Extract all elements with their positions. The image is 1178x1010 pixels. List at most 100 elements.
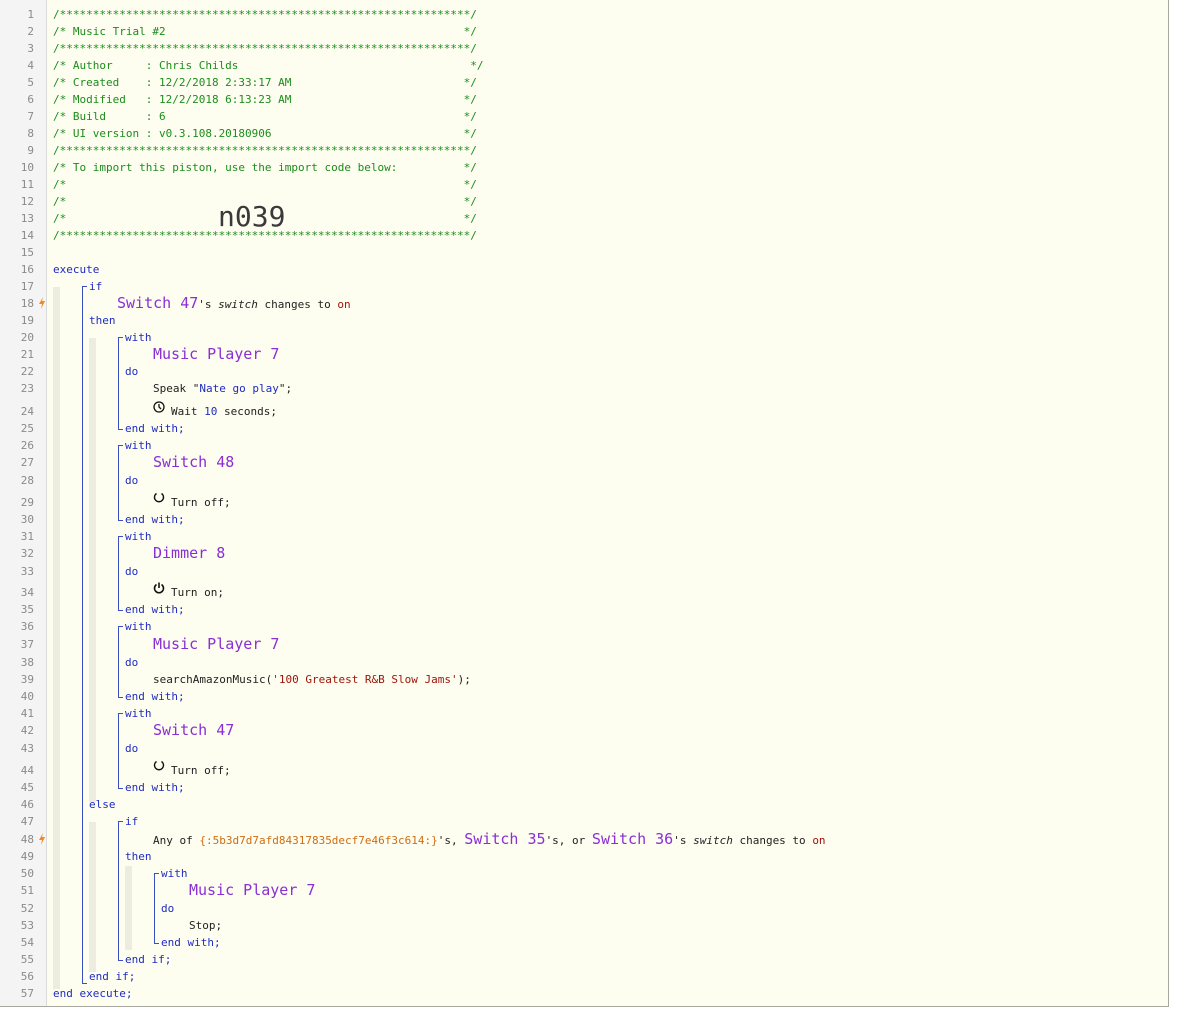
value-literal: on (812, 834, 826, 847)
device-name[interactable]: Music Player 7 (189, 882, 315, 899)
line-number: 43 (20, 742, 34, 755)
line-number: 10 (20, 161, 34, 174)
do-keyword: do (125, 565, 139, 578)
then-keyword: then (89, 314, 116, 327)
turn-off-statement[interactable]: Turn off; (171, 494, 231, 511)
attribute-name: switch (693, 834, 733, 847)
if-keyword: if (125, 815, 139, 828)
with-block-bracket (154, 873, 159, 944)
line-number: 22 (20, 365, 34, 378)
line-number: 23 (20, 382, 34, 395)
line-number: 34 (20, 586, 34, 599)
device-name[interactable]: Switch 47 (153, 722, 234, 739)
variable-reference[interactable]: {:5b3d7d7afd84317835decf7e46f3c614:} (199, 834, 437, 847)
text: Speak " (153, 382, 200, 395)
line-number: 54 (20, 936, 34, 949)
wait-statement[interactable]: Wait 10 seconds; (171, 403, 277, 420)
power-off-icon (153, 760, 165, 771)
else-keyword: else (89, 798, 116, 811)
line-number: 47 (20, 815, 34, 828)
trigger-bolt-icon (39, 297, 45, 309)
line-number: 13 (20, 212, 34, 225)
line-number: 31 (20, 530, 34, 543)
line-number: 30 (20, 513, 34, 526)
piston-viewer: 1 2 3 4 5 6 7 8 9 10 11 12 13 14 15 16 17 18 19 20 21 22 23 24 2… (0, 0, 1169, 1007)
comment-line: /* Modified : 12/2/2018 6:13:23 AM */ (53, 93, 477, 106)
line-number: 9 (27, 144, 34, 157)
trigger-bolt-icon (39, 833, 45, 845)
line-number: 17 (20, 280, 34, 293)
device-name[interactable]: Dimmer 8 (153, 545, 225, 562)
end-with-keyword: end with; (161, 936, 221, 949)
with-keyword: with (125, 707, 152, 720)
if-keyword: if (89, 280, 103, 293)
execute-keyword: execute (53, 263, 100, 276)
string-literal: '100 Greatest R&B Slow Jams' (272, 673, 458, 686)
with-keyword: with (161, 867, 188, 880)
device-name[interactable]: Switch 36 (592, 830, 673, 848)
line-number: 33 (20, 565, 34, 578)
text: searchAmazonMusic( (153, 673, 273, 686)
device-name[interactable]: Music Player 7 (153, 346, 279, 363)
if-block-bracket (118, 821, 123, 961)
turn-on-statement[interactable]: Turn on; (171, 584, 224, 601)
end-with-keyword: end with; (125, 781, 185, 794)
line-number: 18 (20, 297, 34, 310)
import-code[interactable]: n039 (218, 200, 285, 234)
with-keyword: with (125, 331, 152, 344)
turn-off-statement[interactable]: Turn off; (171, 762, 231, 779)
line-number: 36 (20, 620, 34, 633)
device-name[interactable]: Switch 48 (153, 454, 234, 471)
power-on-icon (153, 582, 165, 594)
line-number: 48 (20, 833, 34, 846)
line-number: 3 (27, 42, 34, 55)
end-if-keyword: end if; (89, 970, 136, 983)
line-number: 49 (20, 850, 34, 863)
line-number: 57 (20, 987, 34, 1000)
line-number: 25 (20, 422, 34, 435)
line-number: 26 (20, 439, 34, 452)
line-number: 20 (20, 331, 34, 344)
end-with-keyword: end with; (125, 513, 185, 526)
line-number: 44 (20, 764, 34, 777)
line-number: 38 (20, 656, 34, 669)
speak-statement[interactable]: Speak "Nate go play"; (153, 380, 292, 397)
line-number: 2 (27, 25, 34, 38)
device-name[interactable]: Switch 47 (117, 294, 198, 312)
stop-statement[interactable]: Stop; (189, 917, 222, 934)
line-number: 52 (20, 902, 34, 915)
device-name[interactable]: Switch 35 (464, 830, 545, 848)
with-block-bracket (118, 536, 123, 611)
text: Wait (171, 405, 205, 418)
text: "; (278, 382, 293, 395)
line-number: 41 (20, 707, 34, 720)
line-number: 7 (27, 110, 34, 123)
comment-line: /***************************************… (53, 42, 477, 55)
line-number: 24 (20, 405, 34, 418)
number-literal: 10 (204, 405, 218, 418)
line-number: 6 (27, 93, 34, 106)
condition-trigger[interactable]: Any of {:5b3d7d7afd84317835decf7e46f3c61… (153, 831, 826, 848)
with-block-bracket (118, 445, 123, 521)
comment-line: /* Created : 12/2/2018 2:33:17 AM */ (53, 76, 477, 89)
comment-line: /***************************************… (53, 8, 477, 21)
with-keyword: with (125, 620, 152, 633)
line-number: 16 (20, 263, 34, 276)
then-keyword: then (125, 850, 152, 863)
comment-line: /* To import this piston, use the import… (53, 161, 477, 174)
line-number: 40 (20, 690, 34, 703)
device-name[interactable]: Music Player 7 (153, 636, 279, 653)
attribute-name: switch (218, 298, 258, 311)
comment-line: /* */ (53, 178, 477, 191)
indent-guide (53, 287, 60, 989)
condition-trigger[interactable]: Switch 47's switch changes to on (117, 295, 351, 312)
with-keyword: with (125, 530, 152, 543)
text: ); (457, 673, 471, 686)
line-number: 45 (20, 781, 34, 794)
string-literal: Nate go play (199, 382, 279, 395)
do-keyword: do (125, 656, 139, 669)
text: seconds; (217, 405, 277, 418)
search-music-statement[interactable]: searchAmazonMusic('100 Greatest R&B Slow… (153, 671, 471, 688)
line-number: 51 (20, 884, 34, 897)
comment-line: /* Music Trial #2 */ (53, 25, 477, 38)
